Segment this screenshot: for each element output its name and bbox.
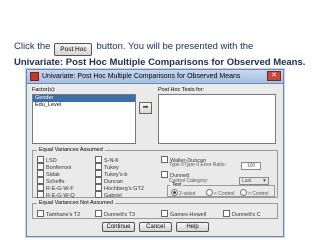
factor-gender[interactable]: Gender [33, 95, 135, 102]
arrow-right-icon: ➡ [142, 104, 149, 111]
instruction-suffix: button. You will be presented with the [96, 41, 254, 52]
control-category-select[interactable]: Last ▼ [239, 177, 269, 185]
post-hoc-button-image: Post Hoc [54, 43, 93, 56]
test-subgroup: Test 2-sided < Control > Control [167, 182, 275, 197]
tests-label: Post Hoc Tests for: [158, 87, 205, 93]
greater-than-control-radio[interactable]: > Control [240, 189, 268, 197]
factor-edu-level[interactable]: Edu_Level [33, 102, 135, 109]
continue-button[interactable]: Continue [102, 222, 135, 232]
post-hoc-dialog: Univariate: Post Hoc Multiple Comparison… [26, 69, 284, 237]
less-than-control-radio[interactable]: < Control [206, 189, 234, 197]
games-howell-checkbox[interactable]: Games-Howell [161, 210, 206, 218]
two-sided-radio[interactable]: 2-sided [171, 189, 195, 197]
factors-list[interactable]: Gender Edu_Level [32, 94, 136, 144]
unequal-variances-title: Equal Variances Not Assumed [37, 200, 115, 207]
dialog-title: Univariate: Post Hoc Multiple Comparison… [42, 73, 241, 80]
factors-label: Factor(s): [32, 87, 56, 93]
dialog-titlebar: Univariate: Post Hoc Multiple Comparison… [27, 70, 283, 84]
regwq-checkbox[interactable]: R-E-G-W-Q [37, 191, 75, 199]
instruction-line-2: Univariate: Post Hoc Multiple Comparison… [14, 57, 306, 68]
app-icon [30, 72, 39, 81]
instruction-text: Click the Post Hoc button. You will be pre… [14, 40, 314, 69]
move-right-button[interactable]: ➡ [139, 102, 152, 114]
chevron-down-icon: ▼ [262, 178, 267, 184]
error-ratio-label: Type I/Type II Error Ratio: [169, 162, 226, 168]
instruction-prefix: Click the [14, 41, 51, 52]
instruction-line-1: Click the Post Hoc button. You will be pre… [14, 40, 314, 56]
equal-variances-title: Equal Variances Assumed [37, 147, 105, 154]
post-hoc-tests-list[interactable] [158, 94, 276, 144]
dunnett-t3-checkbox[interactable]: Dunnett's T3 [95, 210, 135, 218]
control-category-value: Last [242, 178, 252, 184]
help-button[interactable]: Help [176, 222, 209, 232]
unequal-variances-group: Equal Variances Not Assumed Tamhane's T2… [32, 200, 278, 219]
test-subgroup-title: Test [170, 182, 184, 189]
error-ratio-input[interactable]: 100 [241, 162, 261, 170]
cancel-button[interactable]: Cancel [139, 222, 172, 232]
close-icon[interactable]: ✕ [267, 71, 281, 81]
gabriel-checkbox[interactable]: Gabriel [95, 191, 122, 199]
dunnett-c-checkbox[interactable]: Dunnett's C [223, 210, 261, 218]
tamhane-checkbox[interactable]: Tamhane's T2 [37, 210, 80, 218]
equal-variances-group: Equal Variances Assumed LSD Bonferroni S… [32, 147, 278, 199]
